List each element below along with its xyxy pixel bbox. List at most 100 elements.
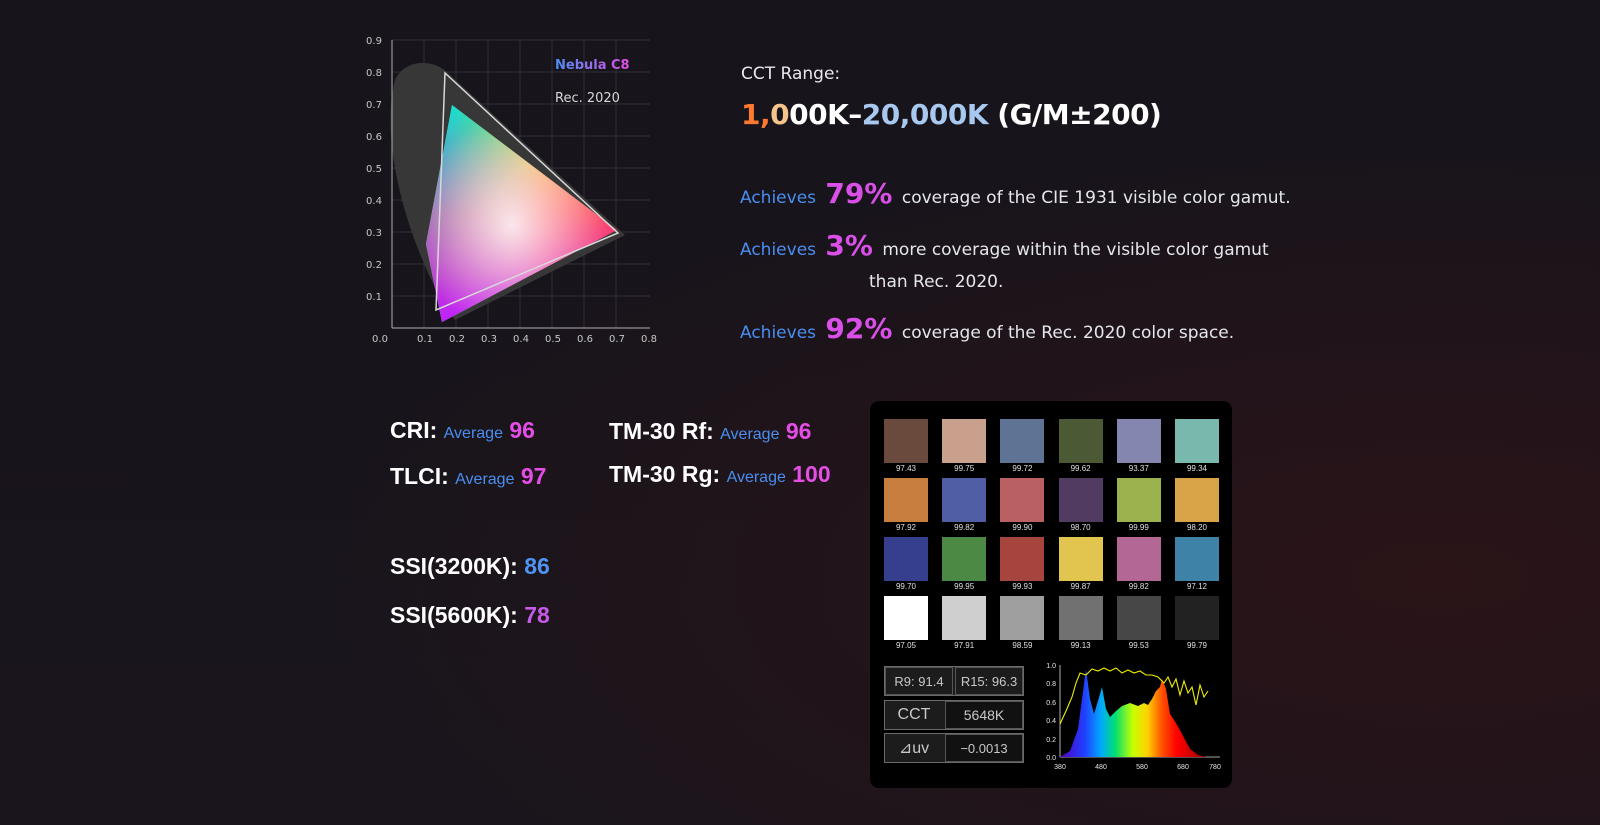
- color-swatch: [1175, 419, 1219, 463]
- color-swatch: [1000, 419, 1045, 463]
- cct-range-value: 1,000K–20,000K (G/M±200): [741, 98, 1162, 131]
- claim-value: 79%: [825, 177, 893, 210]
- color-swatch: [942, 478, 987, 522]
- r9-readout: R9: 91.4: [885, 667, 953, 695]
- metric-value: 86: [524, 553, 550, 579]
- metric-cri: CRI: Average 96: [390, 417, 535, 444]
- metric-label: SSI(3200K):: [390, 553, 518, 579]
- cct-readout-label: CCT: [897, 706, 931, 723]
- y-tick-label: 0.4: [366, 196, 382, 207]
- metric-average-label: Average: [455, 471, 515, 488]
- color-swatch-value: 99.53: [1128, 641, 1149, 650]
- claim-value: 92%: [825, 312, 893, 345]
- metric-value: 96: [509, 417, 535, 443]
- color-swatch: [1116, 478, 1161, 522]
- claim-value: 3%: [825, 229, 873, 262]
- spectrum-x-tick: 780: [1209, 764, 1221, 771]
- cct-range-part: 0: [770, 98, 790, 131]
- claim-rec2020-coverage: Achieves 92% coverage of the Rec. 2020 c…: [740, 312, 1234, 345]
- metric-label: SSI(5600K):: [390, 602, 518, 628]
- x-tick-label: 0.5: [545, 334, 561, 345]
- color-swatch: [1116, 537, 1161, 581]
- color-swatch: [1175, 537, 1219, 581]
- color-swatch: [1058, 419, 1103, 463]
- x-tick-label: 0.2: [449, 334, 465, 345]
- duv-readout: ⊿uv −0.0013: [884, 733, 1024, 763]
- metric-value: 96: [785, 418, 812, 444]
- metric-ssi-5600k: SSI(5600K): 78: [390, 602, 550, 629]
- color-swatch: [1175, 478, 1219, 522]
- metric-label: CRI:: [390, 417, 438, 443]
- claim-text-continued: than Rec. 2020.: [869, 272, 1004, 292]
- cct-range-label: CCT Range:: [741, 64, 841, 84]
- color-swatch-value: 97.12: [1186, 582, 1208, 591]
- spectrum-y-tick: 1.0: [1046, 663, 1056, 670]
- color-swatch-value: 99.87: [1070, 582, 1091, 591]
- spectrum-x-ticks: 380 480 580 680 780: [1054, 764, 1221, 771]
- cct-range-part: 20,000K: [861, 98, 989, 131]
- color-swatch: [942, 537, 987, 581]
- spectrum-chart: 1.0 0.8 0.6 0.4 0.2 0.0 380 480 580 680 …: [1046, 663, 1221, 771]
- color-swatch: [884, 478, 928, 522]
- color-swatch-value: 99.75: [954, 464, 975, 473]
- color-swatch: [1116, 419, 1161, 463]
- metric-label: TLCI:: [390, 463, 449, 489]
- claim-cie-coverage: Achieves 79% coverage of the CIE 1931 vi…: [740, 177, 1291, 210]
- r-values-readout: R9: 91.4 R15: 96.3: [884, 666, 1024, 696]
- color-swatch-value: 99.95: [954, 582, 975, 591]
- spectrum-x-tick: 680: [1177, 764, 1189, 771]
- color-swatch-value: 97.05: [895, 641, 917, 650]
- color-swatch: [884, 596, 928, 640]
- color-swatch-value: 99.62: [1070, 464, 1091, 473]
- spectrum-x-tick: 580: [1136, 764, 1148, 771]
- cie-chromaticity-chart: 0.9 0.8 0.7 0.6 0.5 0.4 0.3 0.2 0.1 0.0 …: [366, 36, 657, 345]
- metric-tlci: TLCI: Average 97: [390, 463, 546, 490]
- metric-average-label: Average: [443, 425, 503, 442]
- color-swatch: [884, 419, 928, 463]
- claim-prefix: Achieves: [740, 323, 817, 343]
- duv-readout-value: −0.0013: [945, 734, 1023, 762]
- color-swatch-value: 99.79: [1186, 641, 1208, 650]
- y-tick-label: 0.7: [366, 100, 382, 111]
- metric-label: TM-30 Rf:: [609, 418, 714, 444]
- y-tick-labels: 0.9 0.8 0.7 0.6 0.5 0.4 0.3 0.2 0.1: [366, 36, 382, 303]
- color-swatch-value: 99.93: [1012, 582, 1033, 591]
- claim-prefix: Achieves: [740, 240, 817, 260]
- spectrum-y-tick: 0.0: [1046, 755, 1056, 762]
- metric-value: 97: [520, 463, 547, 489]
- spectrum-y-ticks: 1.0 0.8 0.6 0.4 0.2 0.0: [1046, 663, 1056, 762]
- color-swatch-value: 98.20: [1186, 523, 1208, 532]
- color-swatch: [1000, 596, 1045, 640]
- cct-readout: CCT 5648K: [884, 700, 1024, 730]
- spectrum-x-tick: 380: [1054, 764, 1066, 771]
- color-swatch: [884, 537, 928, 581]
- color-swatch-value: 99.82: [954, 523, 975, 532]
- metric-tm30-rg: TM-30 Rg: Average 100: [609, 461, 831, 488]
- color-swatch: [1175, 596, 1219, 640]
- x-tick-label: 0.1: [417, 334, 433, 345]
- cct-range-part: 00K–: [789, 98, 862, 131]
- x-tick-label: 0.0: [372, 334, 388, 345]
- legend-device: Nebula C8: [555, 58, 630, 73]
- color-swatch-value: 99.82: [1128, 582, 1149, 591]
- claim-text: coverage of the Rec. 2020 color space.: [901, 323, 1235, 343]
- color-swatch: [1058, 596, 1103, 640]
- x-tick-label: 0.8: [641, 334, 657, 345]
- metric-average-label: Average: [726, 469, 786, 486]
- legend-reference: Rec. 2020: [555, 91, 620, 106]
- color-swatch: [1058, 478, 1103, 522]
- color-swatch: [942, 419, 987, 463]
- color-swatch-value: 93.37: [1128, 464, 1149, 473]
- color-swatch: [942, 596, 987, 640]
- y-tick-label: 0.5: [366, 164, 382, 175]
- color-swatch-value: 98.70: [1070, 523, 1091, 532]
- y-tick-label: 0.6: [366, 132, 382, 143]
- metric-ssi-3200k: SSI(3200K): 86: [390, 553, 550, 580]
- metric-label: TM-30 Rg:: [609, 461, 721, 487]
- duv-readout-label: ⊿uv: [898, 740, 930, 757]
- color-swatch-value: 99.34: [1186, 464, 1208, 473]
- spectrum-x-tick: 480: [1095, 764, 1107, 771]
- claim-text: coverage of the CIE 1931 visible color g…: [901, 188, 1291, 208]
- color-swatch: [1000, 537, 1045, 581]
- metric-tm30-rf: TM-30 Rf: Average 96: [609, 418, 811, 445]
